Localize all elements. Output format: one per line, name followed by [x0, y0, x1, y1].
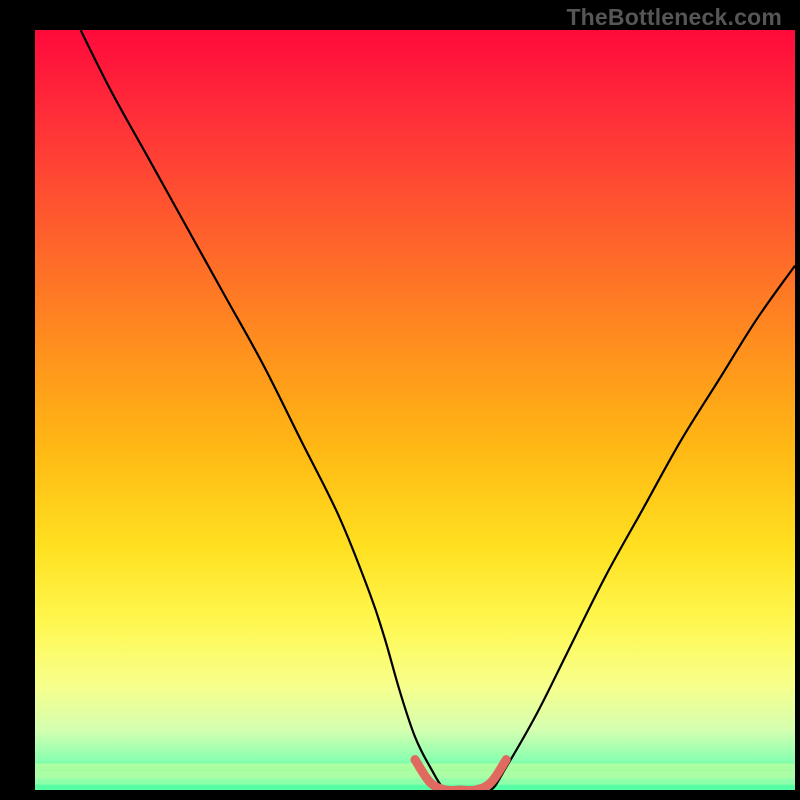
bottleneck-chart	[0, 0, 800, 800]
chart-container: { "watermark": "TheBottleneck.com", "cha…	[0, 0, 800, 800]
watermark-text: TheBottleneck.com	[566, 4, 782, 31]
heatmap-background	[35, 30, 795, 790]
